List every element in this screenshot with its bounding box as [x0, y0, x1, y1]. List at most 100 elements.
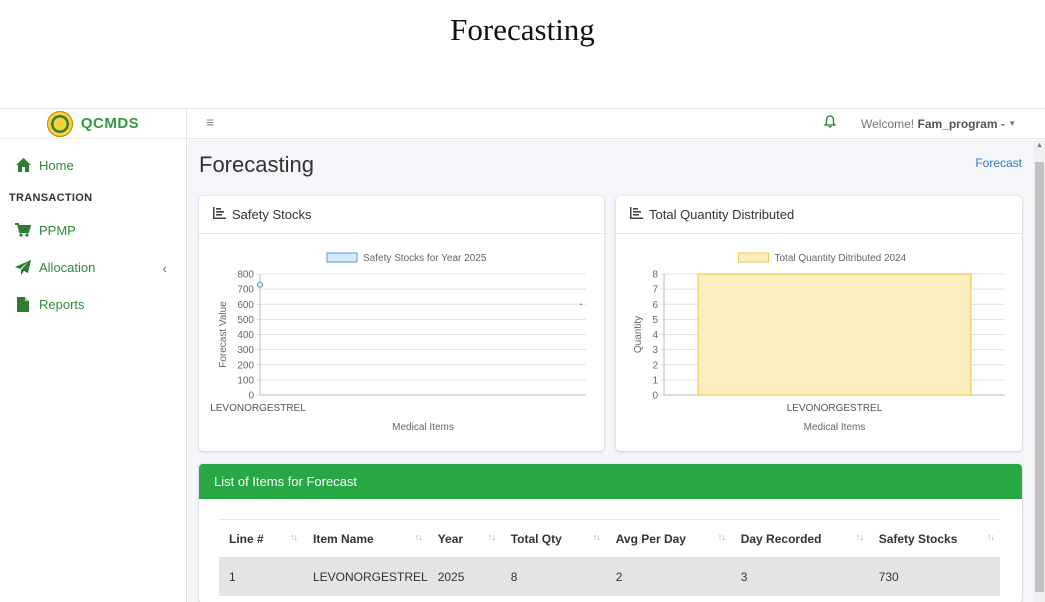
legend-swatch: [738, 252, 769, 263]
cell-total-qty: 8: [500, 557, 606, 596]
y-tick-label: 1: [652, 375, 658, 386]
cell-line: 1: [219, 557, 303, 596]
column-header-day-recorded[interactable]: Day Recorded ↑↓: [730, 519, 869, 558]
table-header-row: Line # ↑↓ Item Name ↑↓ Year ↑↓ Total Qty ↑↓ …: [219, 519, 1000, 558]
sidebar-item-allocation[interactable]: Allocation ‹: [0, 252, 187, 282]
cart-icon: [15, 222, 31, 238]
y-tick-label: 0: [652, 391, 658, 402]
y-tick-label: 4: [652, 330, 658, 341]
y-tick-label: 0: [248, 391, 254, 402]
sidebar-item-home[interactable]: Home: [0, 150, 187, 180]
safety-stocks-card: Safety Stocks Safety Stocks for Year 202…: [199, 196, 604, 451]
chart-bars-icon: [213, 206, 226, 224]
y-tick-label: 8: [652, 270, 658, 281]
bell-icon[interactable]: [823, 115, 837, 133]
user-menu[interactable]: Welcome! Fam_program - ▼: [861, 117, 1016, 131]
app-window: QCMDS Home TRANSACTION PPMP Allocation ‹: [0, 108, 1045, 602]
cell-safety-stocks: 730: [868, 557, 1000, 596]
total-quantity-chart: Total Quantity Ditributed 2024 0 1 2 3 4 5 6 7 8 Q…: [633, 252, 1005, 433]
legend-label: Total Quantity Ditributed 2024: [775, 253, 907, 264]
brand-logo: [46, 110, 73, 137]
y-tick-label: 400: [237, 330, 254, 341]
table-card-header: List of Items for Forecast: [199, 464, 1022, 499]
card-header: Total Quantity Distributed: [616, 196, 1022, 234]
welcome-prefix: Welcome!: [861, 117, 915, 131]
menu-toggle-icon[interactable]: ≡: [206, 114, 214, 130]
card-header: Safety Stocks: [199, 196, 604, 234]
sort-icon[interactable]: ↑↓: [415, 532, 423, 542]
username: Fam_program -: [917, 117, 1005, 131]
card-title: Safety Stocks: [232, 207, 312, 222]
cell-year: 2025: [427, 557, 501, 596]
y-tick-label: 600: [237, 300, 254, 311]
paper-plane-icon: [15, 259, 31, 275]
vertical-scrollbar[interactable]: ▲: [1034, 140, 1045, 602]
y-axis-label: Forecast Value: [218, 301, 229, 368]
y-tick-label: 5: [652, 315, 658, 326]
forecast-table: Line # ↑↓ Item Name ↑↓ Year ↑↓ Total Qty ↑↓ …: [219, 519, 1000, 596]
sidebar-item-ppmp[interactable]: PPMP: [0, 215, 187, 245]
total-quantity-card: Total Quantity Distributed Total Quantit…: [616, 196, 1022, 451]
column-header-total-qty[interactable]: Total Qty ↑↓: [500, 519, 606, 558]
sidebar-item-reports[interactable]: Reports: [0, 289, 187, 319]
scroll-up-icon[interactable]: ▲: [1036, 142, 1043, 149]
sidebar-item-label: Home: [39, 157, 74, 173]
y-tick-label: 200: [237, 360, 254, 371]
column-header-year[interactable]: Year ↑↓: [427, 519, 501, 558]
sidebar-item-label: PPMP: [39, 222, 76, 238]
file-icon: [15, 296, 31, 312]
y-tick-label: 500: [237, 315, 254, 326]
breadcrumb-forecast[interactable]: Forecast: [975, 156, 1022, 170]
table-row[interactable]: 1 LEVONORGESTREL 2025 8 2 3 730: [219, 557, 1000, 596]
safety-stocks-chart: Safety Stocks for Year 2025 0 100 200 300 400…: [210, 252, 586, 433]
stray-point: [580, 303, 582, 306]
brand-name: QCMDS: [80, 115, 140, 132]
chart-bars-icon: [630, 206, 643, 224]
column-header-item-name[interactable]: Item Name ↑↓: [303, 519, 428, 558]
legend-label: Safety Stocks for Year 2025: [363, 253, 487, 264]
x-axis-label: Medical Items: [392, 422, 454, 433]
y-tick-label: 700: [237, 285, 254, 296]
card-title: Total Quantity Distributed: [649, 207, 795, 222]
caret-down-icon: ▼: [1008, 119, 1017, 128]
data-point: [257, 281, 263, 288]
column-header-safety-stocks[interactable]: Safety Stocks ↑↓: [868, 519, 1000, 558]
bar: [697, 273, 972, 396]
sort-icon[interactable]: ↑↓: [718, 532, 726, 542]
y-tick-label: 3: [652, 345, 658, 356]
cell-item-name: LEVONORGESTREL: [303, 557, 428, 596]
forecast-items-card: List of Items for Forecast Line # ↑↓ Item…: [199, 464, 1022, 602]
section-label-transaction: TRANSACTION: [9, 192, 93, 204]
y-tick-label: 7: [652, 285, 658, 296]
column-header-avg-per-day[interactable]: Avg Per Day ↑↓: [605, 519, 731, 558]
x-tick-label: LEVONORGESTREL: [787, 403, 883, 414]
sort-icon[interactable]: ↑↓: [488, 532, 496, 542]
y-tick-label: 2: [652, 360, 658, 371]
y-tick-label: 800: [237, 270, 254, 281]
scrollbar-thumb[interactable]: [1035, 162, 1044, 592]
home-icon: [15, 157, 31, 173]
page-title: Forecasting: [199, 152, 314, 177]
sort-icon[interactable]: ↑↓: [290, 532, 298, 542]
cell-avg-per-day: 2: [605, 557, 731, 596]
brand[interactable]: QCMDS: [0, 109, 186, 139]
y-tick-label: 300: [237, 345, 254, 356]
x-tick-label: LEVONORGESTREL: [210, 403, 306, 414]
y-tick-label: 6: [652, 300, 658, 311]
y-axis-label: Quantity: [633, 316, 644, 353]
x-axis-label: Medical Items: [804, 422, 866, 433]
column-header-line[interactable]: Line # ↑↓: [219, 519, 303, 558]
sidebar-item-label: Reports: [39, 296, 85, 312]
topbar: ≡ Welcome! Fam_program - ▼: [188, 109, 1045, 139]
cell-day-recorded: 3: [730, 557, 869, 596]
sidebar: QCMDS Home TRANSACTION PPMP Allocation ‹: [0, 109, 187, 602]
main-content: Forecasting Forecast Safety Stocks Safet…: [188, 140, 1034, 602]
sort-icon[interactable]: ↑↓: [856, 532, 864, 542]
legend-swatch: [326, 252, 358, 263]
sort-icon[interactable]: ↑↓: [593, 532, 601, 542]
y-tick-label: 100: [237, 375, 254, 386]
sidebar-item-label: Allocation: [39, 259, 96, 275]
chevron-left-icon[interactable]: ‹: [162, 260, 167, 276]
figure-caption: Forecasting: [450, 12, 595, 47]
sort-icon[interactable]: ↑↓: [987, 532, 995, 542]
